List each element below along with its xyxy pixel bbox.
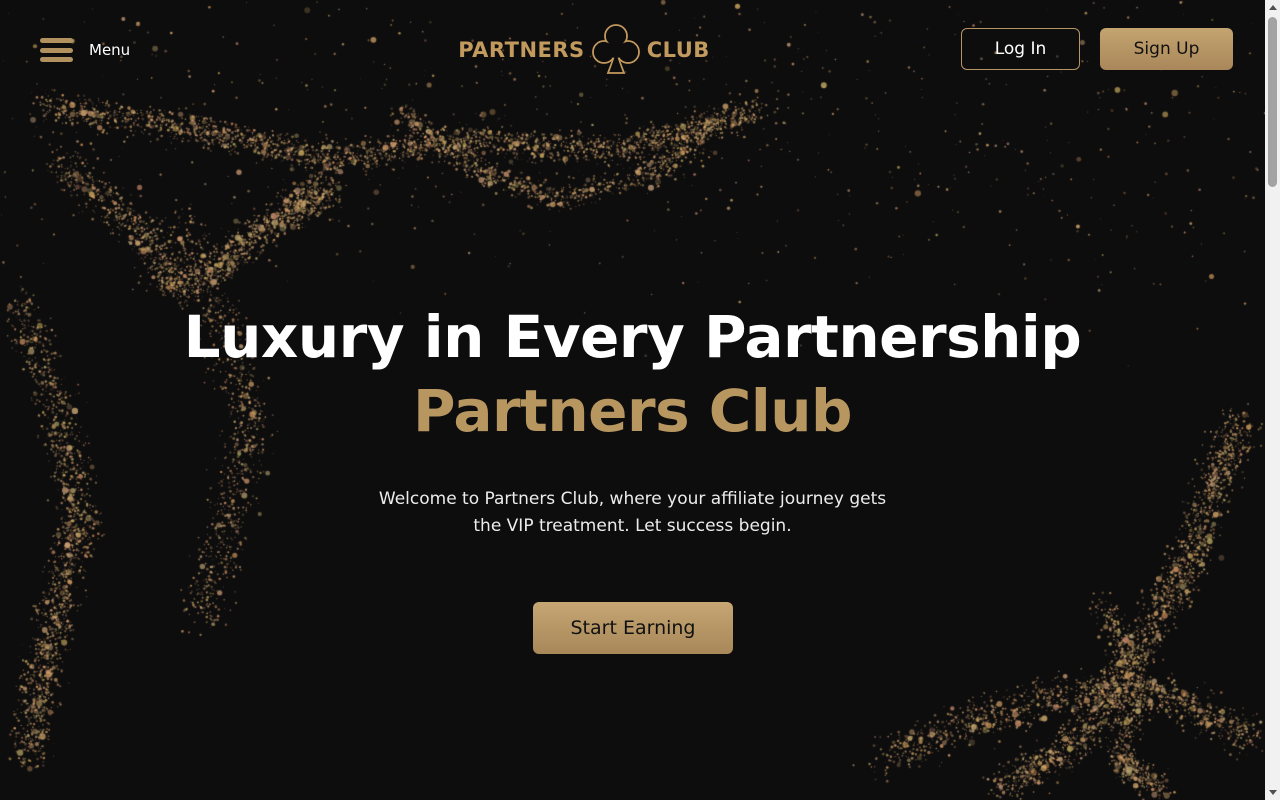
hero-section: Luxury in Every Partnership Partners Clu… [0,300,1265,540]
logo-text-right: CLUB [646,38,710,62]
login-button[interactable]: Log In [961,28,1080,70]
hamburger-icon [40,38,73,62]
menu-button[interactable]: Menu [40,36,130,64]
menu-label: Menu [89,41,131,59]
signup-button[interactable]: Sign Up [1100,28,1233,70]
page: Menu PARTNERS CLUB Log In Sign Up Luxury… [0,0,1265,800]
hero-subtitle: Welcome to Partners Club, where your aff… [378,489,887,536]
hero-brand-title: Partners Club [412,377,853,445]
scroll-down-arrow-icon[interactable] [1265,785,1280,800]
club-suit-icon [591,24,640,74]
hero-headline: Luxury in Every Partnership [183,303,1082,371]
scrollbar-thumb[interactable] [1268,17,1277,187]
logo-text-left: PARTNERS [458,38,585,62]
start-earning-button[interactable]: Start Earning [533,602,733,654]
scroll-up-arrow-icon[interactable] [1265,0,1280,15]
site-header: Menu PARTNERS CLUB Log In Sign Up [0,0,1265,98]
page-scrollbar[interactable] [1265,0,1280,800]
site-logo[interactable]: PARTNERS CLUB [433,22,735,78]
